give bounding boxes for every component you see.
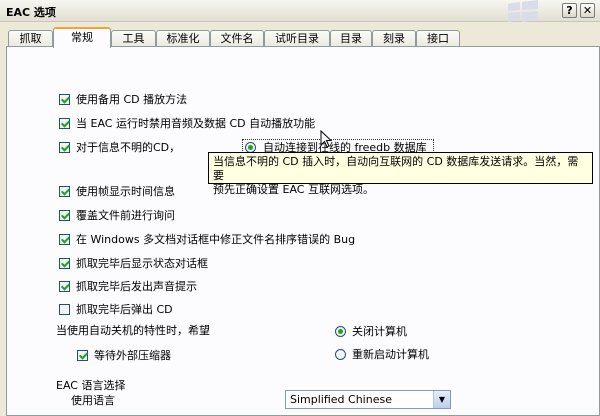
unknown-cd-label: 对于信息不明的CD， <box>76 141 181 154</box>
frame-display-checkbox[interactable] <box>59 186 70 197</box>
close-button[interactable]: ✕ <box>580 3 595 18</box>
freedb-tooltip: 当信息不明的 CD 插入时，自动向互联网的 CD 数据库发送请求。当然，需要 预… <box>208 152 593 196</box>
restart-pc-label: 重新启动计算机 <box>352 348 429 361</box>
window-title: EAC 选项 <box>6 6 56 19</box>
tab-tools[interactable]: 工具 <box>111 30 156 47</box>
windows-logo-icon <box>508 0 538 22</box>
restart-pc-radio[interactable] <box>335 349 346 360</box>
mouse-cursor-icon <box>320 130 332 148</box>
disable-autoplay-label: 当 EAC 运行时禁用音频及数据 CD 自动播放功能 <box>76 117 316 130</box>
disable-autoplay-checkbox[interactable] <box>59 118 70 129</box>
alt-cd-play-checkbox[interactable] <box>59 94 70 105</box>
show-status-label: 抓取完毕后显示状态对话框 <box>76 257 208 270</box>
help-button[interactable]: ? <box>562 3 577 18</box>
wait-compressor-checkbox[interactable] <box>77 350 88 361</box>
tab-general[interactable]: 常规 <box>53 27 111 48</box>
tooltip-line-2: 预先正确设置 EAC 互联网选项。 <box>213 183 374 196</box>
eject-cd-checkbox[interactable] <box>59 304 70 315</box>
ask-overwrite-checkbox[interactable] <box>59 210 70 221</box>
ask-overwrite-label: 覆盖文件前进行询问 <box>76 209 175 222</box>
show-status-checkbox[interactable] <box>59 258 70 269</box>
alt-cd-play-label: 使用备用 CD 播放方法 <box>76 93 188 106</box>
language-select-value: Simplified Chinese <box>290 393 392 406</box>
tab-catalog[interactable]: 目录 <box>330 30 372 47</box>
play-sound-label: 抓取完毕后发出声音提示 <box>76 280 197 293</box>
chevron-down-icon[interactable]: ▼ <box>433 391 450 408</box>
eject-cd-label: 抓取完毕后弹出 CD <box>76 303 173 316</box>
tab-filename[interactable]: 文件名 <box>210 30 264 47</box>
language-select[interactable]: Simplified Chinese ▼ <box>285 390 451 409</box>
unknown-cd-checkbox[interactable] <box>59 142 70 153</box>
tab-preview-catalog[interactable]: 试听目录 <box>264 30 330 47</box>
fix-sort-bug-label: 在 Windows 多文档对话框中修正文件名排序错误的 Bug <box>76 233 356 246</box>
general-panel: 使用备用 CD 播放方法 当 EAC 运行时禁用音频及数据 CD 自动播放功能 … <box>6 46 600 416</box>
tooltip-line-1: 当信息不明的 CD 插入时，自动向互联网的 CD 数据库发送请求。当然，需要 <box>213 155 579 182</box>
wait-compressor-label: 等待外部压缩器 <box>94 349 171 362</box>
shutdown-pc-radio[interactable] <box>335 326 346 337</box>
language-label: 使用语言 <box>71 394 115 407</box>
shutdown-pc-label: 关闭计算机 <box>352 325 407 338</box>
frame-display-label: 使用帧显示时间信息 <box>76 185 175 198</box>
tab-normalize[interactable]: 标准化 <box>156 30 210 47</box>
play-sound-checkbox[interactable] <box>59 281 70 292</box>
language-section-title: EAC 语言选择 <box>56 379 126 392</box>
title-bar: EAC 选项 ? ✕ <box>0 0 600 22</box>
tab-interface[interactable]: 接口 <box>416 30 460 47</box>
tab-rip[interactable]: 抓取 <box>8 30 53 47</box>
tab-burn[interactable]: 刻录 <box>372 30 416 47</box>
shutdown-prompt: 当使用自动关机的特性时，希望 <box>56 324 210 337</box>
tab-bar: 抓取 常规 工具 标准化 文件名 试听目录 目录 刻录 接口 <box>6 27 600 48</box>
fix-sort-bug-checkbox[interactable] <box>59 234 70 245</box>
